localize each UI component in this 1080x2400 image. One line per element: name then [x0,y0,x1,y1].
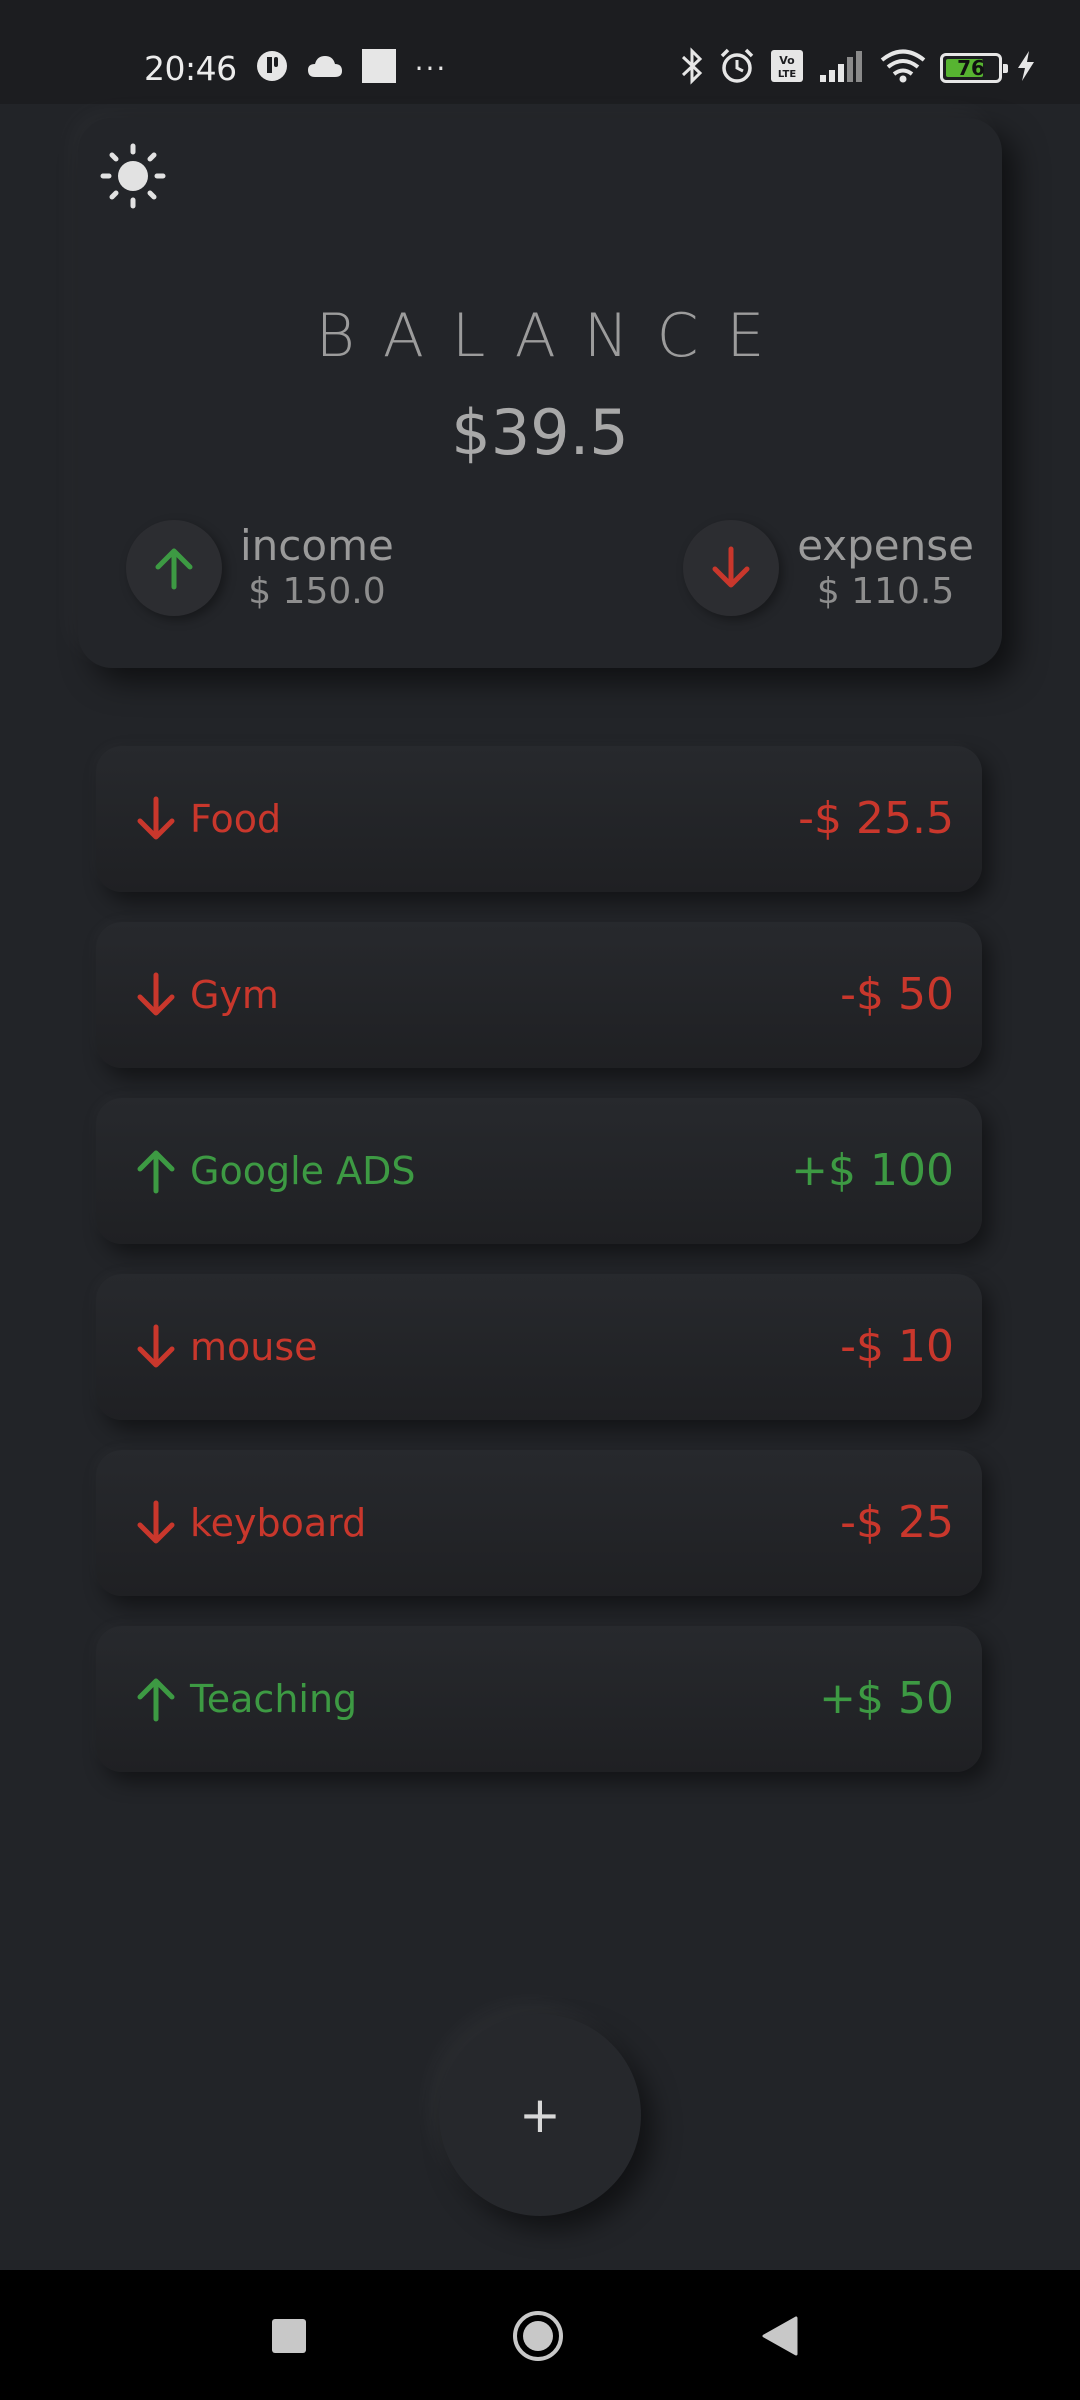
theme-toggle-button[interactable] [100,143,166,209]
transaction-name: mouse [190,1325,318,1369]
arrow-down-icon [137,796,175,840]
transaction-name: keyboard [190,1501,367,1545]
balance-heading: BALANCE [315,301,793,371]
volte-icon: Vo LTE [770,49,804,87]
charging-icon [1016,50,1036,86]
notification-app-icon [255,49,289,87]
arrow-down-icon [137,1500,175,1544]
more-notifications-icon: ··· [414,51,448,85]
income-label: income [240,521,394,570]
svg-text:LTE: LTE [778,69,797,80]
balance-card: BALANCE $39.5 income $ 150.0 expense $ 1… [78,118,1002,668]
back-triangle-icon [762,2316,798,2356]
status-time: 20:46 [144,48,237,88]
arrow-up-icon [155,548,193,590]
transaction-row[interactable]: keyboard -$ 25 [96,1450,982,1596]
expense-value: $ 110.5 [816,571,955,612]
transaction-amount: +$ 100 [791,1145,954,1196]
home-button[interactable] [510,2308,566,2364]
bluetooth-icon [680,47,704,89]
back-button[interactable] [752,2308,808,2364]
arrow-down-icon [137,972,175,1016]
expense-label: expense [797,521,974,570]
balance-amount: $39.5 [451,396,629,469]
sun-icon [100,143,166,209]
alarm-icon [718,47,756,89]
income-value: $ 150.0 [248,571,386,612]
transaction-amount: -$ 50 [840,969,954,1020]
signal-icon [818,49,866,87]
svg-text:Vo: Vo [779,54,795,67]
transaction-name: Teaching [190,1677,358,1721]
plus-icon: + [519,2086,561,2144]
battery-nub [1003,64,1008,73]
wifi-icon [880,49,926,87]
status-bar: 20:46 ··· Vo LTE 76 [0,0,1080,104]
square-icon [272,2319,306,2353]
transaction-name: Food [190,797,282,841]
arrow-down-icon [712,546,750,588]
home-circle-icon [513,2311,563,2361]
income-summary: income $ 150.0 [126,520,394,616]
transaction-name: Google ADS [190,1149,416,1193]
transaction-name: Gym [190,973,279,1017]
status-right: Vo LTE 76 [680,40,1036,96]
transaction-amount: +$ 50 [819,1673,954,1724]
transaction-row[interactable]: Food -$ 25.5 [96,746,982,892]
status-left: 20:46 ··· [144,40,447,96]
arrow-up-icon [137,1678,175,1722]
transaction-row[interactable]: Google ADS +$ 100 [96,1098,982,1244]
transaction-row[interactable]: Gym -$ 50 [96,922,982,1068]
income-icon-badge [126,520,222,616]
transaction-amount: -$ 10 [840,1321,954,1372]
add-transaction-button[interactable]: + [439,2014,641,2216]
expense-text: expense $ 110.5 [797,522,974,614]
navigation-bar [0,2270,1080,2400]
battery-level: 76 [957,56,985,80]
income-text: income $ 150.0 [240,522,394,614]
expense-icon-badge [683,520,780,616]
expense-summary: expense $ 110.5 [683,520,974,616]
transaction-row[interactable]: Teaching +$ 50 [96,1626,982,1772]
transaction-amount: -$ 25 [840,1497,954,1548]
recent-apps-button[interactable] [261,2308,317,2364]
transaction-list: Food -$ 25.5 Gym -$ 50 Google ADS +$ 100 mouse… [96,746,982,1802]
arrow-down-icon [137,1324,175,1368]
transaction-row[interactable]: mouse -$ 10 [96,1274,982,1420]
image-icon [361,48,397,88]
cloud-icon [307,53,343,83]
arrow-up-icon [137,1150,175,1194]
transaction-amount: -$ 25.5 [798,793,954,844]
battery-icon: 76 [940,53,1008,83]
